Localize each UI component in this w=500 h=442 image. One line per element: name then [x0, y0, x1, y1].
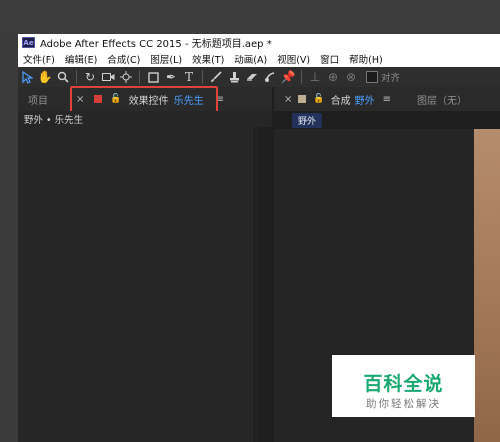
pen-tool-icon[interactable]: ✒	[163, 69, 179, 85]
tools-toolbar: ✋ ↻ ✒ T 📌 ⊥ ⊕ ⊗ 对齐	[18, 67, 500, 87]
menu-layer[interactable]: 图层(L)	[145, 52, 187, 66]
watermark-title: 百科全说	[363, 373, 444, 395]
snap-checkbox[interactable]	[366, 71, 378, 83]
menu-help[interactable]: 帮助(H)	[344, 52, 388, 66]
breadcrumb: 野外 • 乐先生	[24, 115, 84, 126]
highlight-annotation-box	[70, 86, 218, 114]
composition-name: 野外	[354, 95, 375, 107]
view-axis-icon[interactable]: ⊗	[343, 69, 359, 85]
lock-icon[interactable]: 🔓	[313, 94, 324, 104]
toolbar-divider	[202, 70, 203, 84]
panel-menu-icon[interactable]: ≡	[383, 94, 391, 105]
toolbar-divider	[301, 70, 302, 84]
menu-animation[interactable]: 动画(A)	[229, 52, 272, 66]
menu-composition[interactable]: 合成(C)	[102, 52, 145, 66]
desktop-background	[0, 0, 500, 34]
composition-navigator-pill[interactable]: 野外	[292, 113, 323, 128]
window-title: Adobe After Effects CC 2015 - 无标题项目.aep …	[40, 39, 272, 50]
local-axis-icon[interactable]: ⊥	[307, 69, 323, 85]
menu-edit[interactable]: 编辑(E)	[60, 52, 102, 66]
world-axis-icon[interactable]: ⊕	[325, 69, 341, 85]
tab-composition[interactable]: 合成	[331, 92, 351, 107]
menu-window[interactable]: 窗口	[315, 52, 344, 66]
label-color-swatch	[298, 95, 307, 103]
brush-tool-icon[interactable]	[208, 69, 224, 85]
right-panel-tab-row: × 🔓 合成 野外 ≡ 图层（无）	[274, 87, 500, 111]
eraser-tool-icon[interactable]	[244, 69, 260, 85]
rotate-tool-icon[interactable]: ↻	[82, 69, 98, 85]
clone-stamp-tool-icon[interactable]	[226, 69, 242, 85]
toolbar-divider	[76, 70, 77, 84]
close-tab-icon[interactable]: ×	[284, 94, 292, 105]
tab-project[interactable]: 项目	[28, 92, 48, 107]
menu-effect[interactable]: 效果(T)	[187, 52, 229, 66]
scrollbar[interactable]	[258, 127, 272, 442]
menu-view[interactable]: 视图(V)	[272, 52, 315, 66]
pan-behind-tool-icon[interactable]	[118, 69, 134, 85]
effect-controls-body	[18, 127, 255, 442]
toolbar-divider	[139, 70, 140, 84]
hand-tool-icon[interactable]: ✋	[37, 69, 53, 85]
effect-controls-header: 野外 • 乐先生	[18, 111, 272, 127]
footage-image	[474, 129, 500, 442]
left-panel: 项目 × 🔓 效果控件 乐先生 ≡ 野外 • 乐先生	[18, 86, 272, 442]
watermark: 百科全说 助你轻松解决	[332, 355, 475, 417]
tab-layer[interactable]: 图层（无）	[417, 92, 467, 107]
rectangle-tool-icon[interactable]	[145, 69, 161, 85]
roto-brush-tool-icon[interactable]	[262, 69, 278, 85]
type-tool-icon[interactable]: T	[181, 69, 197, 85]
watermark-subtitle: 助你轻松解决	[366, 398, 441, 410]
title-bar: Ae Adobe After Effects CC 2015 - 无标题项目.a…	[18, 34, 500, 51]
camera-tool-icon[interactable]	[100, 69, 116, 85]
menu-bar: 文件(F) 编辑(E) 合成(C) 图层(L) 效果(T) 动画(A) 视图(V…	[18, 51, 500, 67]
zoom-tool-icon[interactable]	[55, 69, 71, 85]
menu-file[interactable]: 文件(F)	[18, 52, 60, 66]
puppet-pin-tool-icon[interactable]: 📌	[280, 69, 296, 85]
after-effects-app-icon: Ae	[22, 37, 35, 48]
snap-label: 对齐	[381, 73, 401, 84]
selection-tool-icon[interactable]	[19, 69, 35, 85]
